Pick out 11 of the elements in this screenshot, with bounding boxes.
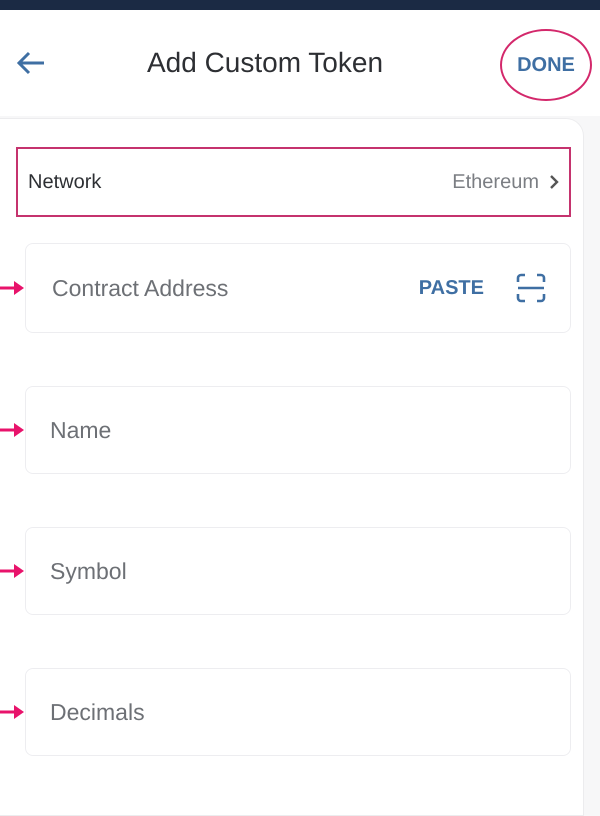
done-button[interactable]: DONE	[500, 29, 592, 101]
screen-title: Add Custom Token	[146, 47, 384, 79]
network-row[interactable]: Network Ethereum	[16, 147, 571, 217]
input-field[interactable]: Contract Address PASTE	[25, 243, 571, 333]
back-arrow-icon	[16, 50, 46, 76]
input-field[interactable]: Name	[25, 386, 571, 474]
input-field[interactable]: Decimals	[25, 668, 571, 756]
chevron-right-icon	[549, 174, 559, 190]
paste-button[interactable]: PASTE	[412, 276, 490, 300]
scan-icon[interactable]	[516, 273, 546, 303]
input-field[interactable]: Symbol	[25, 527, 571, 615]
